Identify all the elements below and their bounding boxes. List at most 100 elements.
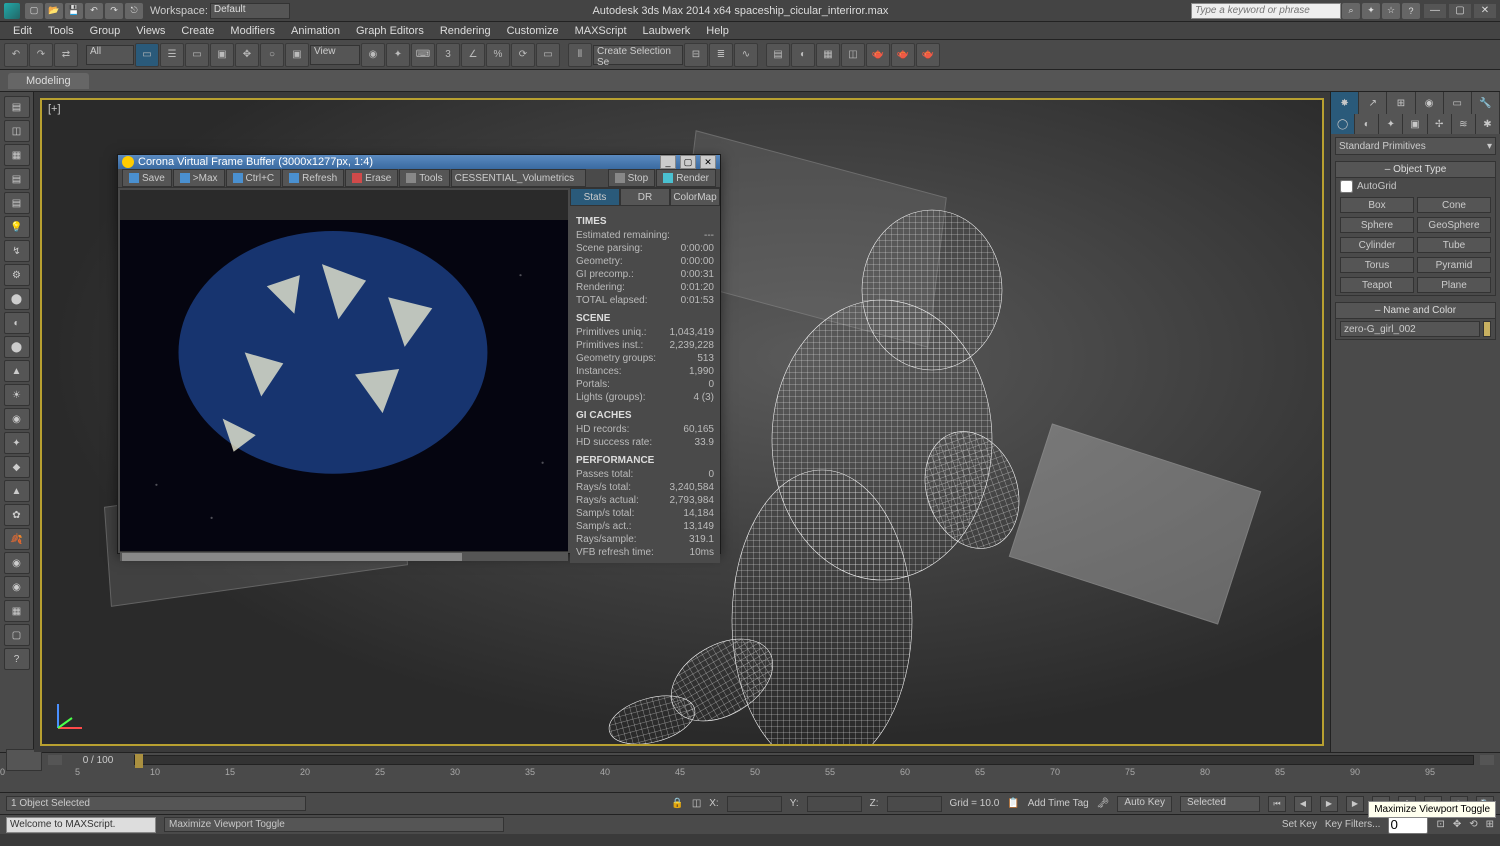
cmd-sub-shapes[interactable]: ◐ — [1355, 114, 1379, 134]
material-button[interactable]: ◐ — [791, 43, 815, 67]
cmd-tab-hierarchy[interactable]: ⊞ — [1387, 92, 1415, 114]
maximize-button[interactable]: ▢ — [1449, 4, 1471, 18]
corona-max-button[interactable]: ▢ — [680, 155, 696, 169]
isolate-icon[interactable]: ◫ — [692, 798, 701, 809]
prim-torus[interactable]: Torus — [1340, 257, 1414, 273]
cmd-sub-systems[interactable]: ✱ — [1476, 114, 1500, 134]
palette-button-10[interactable]: ⬤ — [4, 336, 30, 358]
cmd-sub-cameras[interactable]: ▣ — [1403, 114, 1427, 134]
corona-copy-button[interactable]: Ctrl+C — [226, 169, 282, 187]
nav7-button[interactable]: ⟲ — [1469, 819, 1477, 830]
link-icon[interactable]: ⎋ — [125, 3, 143, 19]
cmd-tab-modify[interactable]: ↗ — [1359, 92, 1387, 114]
corona-close-button[interactable]: ✕ — [700, 155, 716, 169]
exchange-icon[interactable]: ☆ — [1382, 3, 1400, 19]
open-icon[interactable]: 📂 — [45, 3, 63, 19]
palette-button-16[interactable]: ▲ — [4, 480, 30, 502]
palette-button-17[interactable]: ✿ — [4, 504, 30, 526]
corona-preview[interactable] — [120, 190, 568, 561]
corona-tab-dr[interactable]: DR — [620, 188, 670, 206]
cmd-tab-create[interactable]: ✸ — [1331, 92, 1359, 114]
corona-refresh-button[interactable]: Refresh — [282, 169, 344, 187]
cmd-tab-utilities[interactable]: 🔧 — [1472, 92, 1500, 114]
corona-tab-colormap[interactable]: ColorMap — [670, 188, 720, 206]
rollout-header[interactable]: – Object Type — [1336, 162, 1495, 178]
layer-button[interactable]: ≣ — [709, 43, 733, 67]
spinner-snap-button[interactable]: ⟳ — [511, 43, 535, 67]
palette-button-6[interactable]: ↯ — [4, 240, 30, 262]
minimize-button[interactable]: — — [1424, 4, 1446, 18]
angle-snap-button[interactable]: ∠ — [461, 43, 485, 67]
select-scale-button[interactable]: ▣ — [285, 43, 309, 67]
corona-tools-button[interactable]: Tools — [399, 169, 449, 187]
align-button[interactable]: ⊟ — [684, 43, 708, 67]
render-frame-button[interactable]: ◫ — [841, 43, 865, 67]
corona-hscroll[interactable] — [120, 551, 568, 561]
palette-button-0[interactable]: ▤ — [4, 96, 30, 118]
palette-button-2[interactable]: ▦ — [4, 144, 30, 166]
cmd-category-select[interactable]: Standard Primitives▾ — [1335, 137, 1496, 155]
cmd-sub-helpers[interactable]: ✢ — [1428, 114, 1452, 134]
percent-snap-button[interactable]: % — [486, 43, 510, 67]
workspace-selector[interactable]: Default — [210, 3, 290, 19]
undo-icon[interactable]: ↶ — [85, 3, 103, 19]
new-icon[interactable]: ▢ — [25, 3, 43, 19]
named-sel-button[interactable]: ▭ — [536, 43, 560, 67]
palette-button-12[interactable]: ☀ — [4, 384, 30, 406]
render-iter-button[interactable]: 🫖 — [891, 43, 915, 67]
cmd-tab-display[interactable]: ▭ — [1444, 92, 1472, 114]
add-time-tag[interactable]: Add Time Tag — [1028, 798, 1089, 809]
max-viewport-button[interactable]: ⊞ — [1486, 819, 1494, 830]
prim-geosphere[interactable]: GeoSphere — [1417, 217, 1491, 233]
corona-render-button[interactable]: Render — [656, 169, 716, 187]
menu-views[interactable]: Views — [129, 24, 172, 38]
corona-erase-button[interactable]: Erase — [345, 169, 398, 187]
menu-create[interactable]: Create — [174, 24, 221, 38]
signin-icon[interactable]: ✦ — [1362, 3, 1380, 19]
undo-button[interactable]: ↶ — [4, 43, 28, 67]
palette-button-5[interactable]: 💡 — [4, 216, 30, 238]
prim-cylinder[interactable]: Cylinder — [1340, 237, 1414, 253]
prim-box[interactable]: Box — [1340, 197, 1414, 213]
prim-teapot[interactable]: Teapot — [1340, 277, 1414, 293]
ribbon-tab-modeling[interactable]: Modeling — [8, 73, 89, 89]
viewport-label[interactable]: [+] — [48, 103, 61, 115]
track-right-icon[interactable] — [1480, 755, 1494, 765]
track-left-icon[interactable] — [48, 755, 62, 765]
help-search-input[interactable] — [1191, 3, 1341, 19]
key-filters-button[interactable]: Key Filters... — [1325, 819, 1381, 830]
manip-button[interactable]: ✦ — [386, 43, 410, 67]
coord-y-input[interactable] — [807, 796, 862, 812]
next-frame-button[interactable]: ▶ — [1346, 796, 1364, 812]
autogrid-checkbox[interactable] — [1340, 180, 1353, 193]
close-button[interactable]: ✕ — [1474, 4, 1496, 18]
palette-button-11[interactable]: ▲ — [4, 360, 30, 382]
pivot-button[interactable]: ◉ — [361, 43, 385, 67]
render-prod-button[interactable]: 🫖 — [866, 43, 890, 67]
prim-sphere[interactable]: Sphere — [1340, 217, 1414, 233]
lock-icon[interactable]: 🔒 — [671, 798, 683, 809]
render-setup-button[interactable]: ▦ — [816, 43, 840, 67]
rect-region-button[interactable]: ▭ — [185, 43, 209, 67]
palette-button-18[interactable]: 🍂 — [4, 528, 30, 550]
prim-cone[interactable]: Cone — [1417, 197, 1491, 213]
play-button[interactable]: ▶ — [1320, 796, 1338, 812]
cmd-sub-spacewarps[interactable]: ≋ — [1452, 114, 1476, 134]
key-mode-select[interactable]: Selected — [1180, 796, 1260, 812]
select-move-button[interactable]: ✥ — [235, 43, 259, 67]
nav6-button[interactable]: ✥ — [1453, 819, 1461, 830]
prim-pyramid[interactable]: Pyramid — [1417, 257, 1491, 273]
palette-button-8[interactable]: ⬤ — [4, 288, 30, 310]
menu-graph-editors[interactable]: Graph Editors — [349, 24, 431, 38]
help-icon[interactable]: ? — [1402, 3, 1420, 19]
redo-button[interactable]: ↷ — [29, 43, 53, 67]
cmd-tab-motion[interactable]: ◉ — [1416, 92, 1444, 114]
object-color-swatch[interactable] — [1483, 321, 1491, 337]
menu-laubwerk[interactable]: Laubwerk — [636, 24, 698, 38]
palette-button-14[interactable]: ✦ — [4, 432, 30, 454]
goto-start-button[interactable]: ⏮ — [1268, 796, 1286, 812]
menu-modifiers[interactable]: Modifiers — [223, 24, 282, 38]
menu-animation[interactable]: Animation — [284, 24, 347, 38]
palette-button-22[interactable]: ▢ — [4, 624, 30, 646]
menu-maxscript[interactable]: MAXScript — [568, 24, 634, 38]
